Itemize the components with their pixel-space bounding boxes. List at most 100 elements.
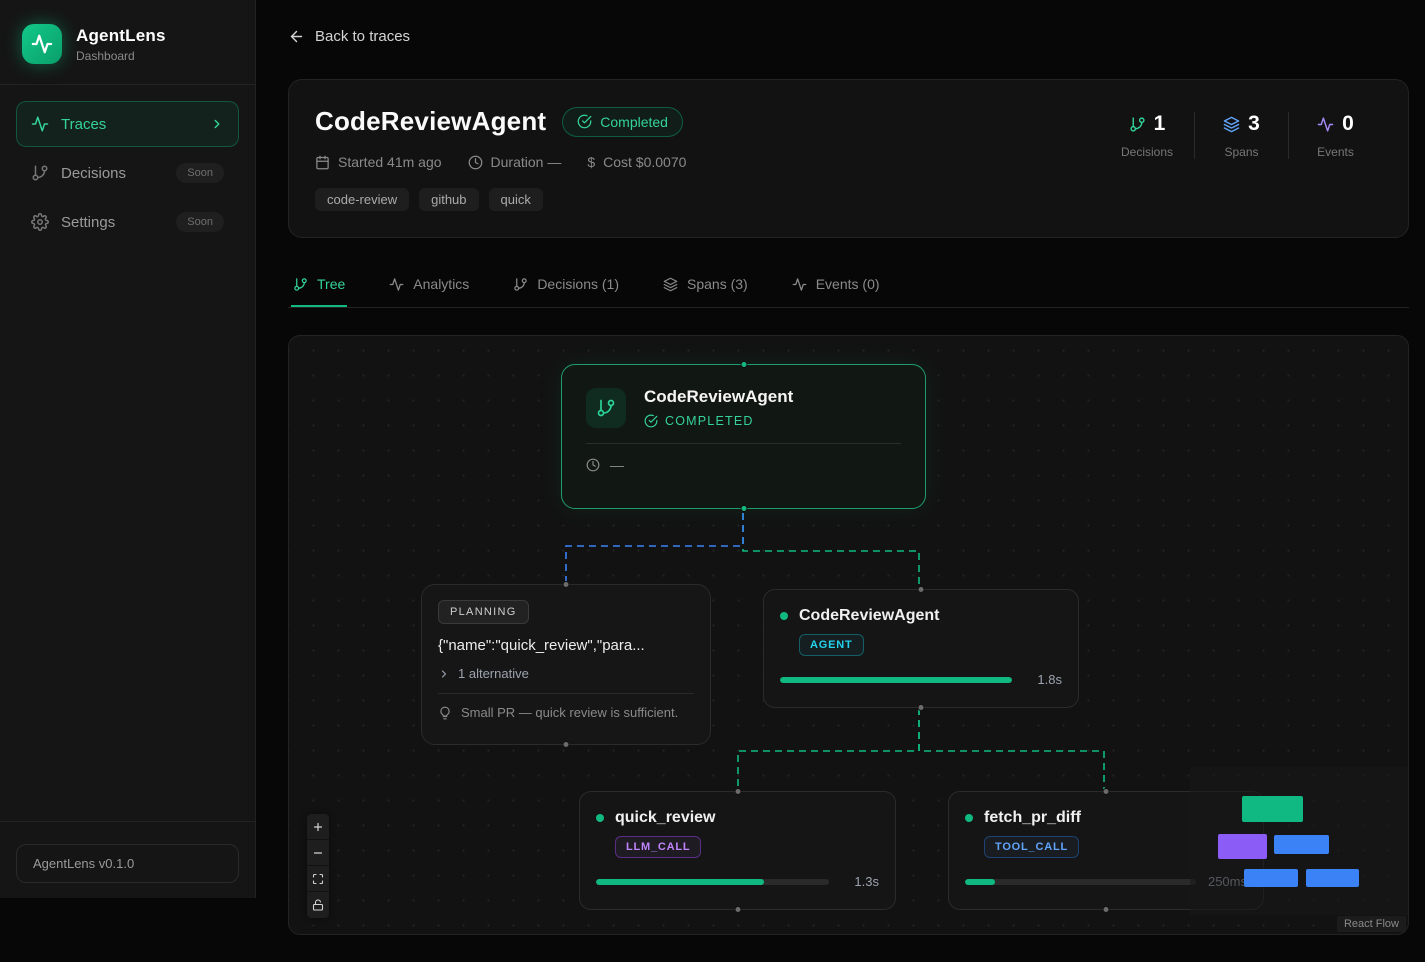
soon-badge: Soon <box>176 212 224 232</box>
node-handle <box>740 505 747 512</box>
tab-analytics[interactable]: Analytics <box>387 265 471 307</box>
activity-icon <box>31 115 49 133</box>
sidebar-item-settings[interactable]: Settings Soon <box>16 199 239 245</box>
fit-view-icon <box>312 873 324 885</box>
back-to-traces-link[interactable]: Back to traces <box>288 28 410 45</box>
node-handle <box>918 586 925 593</box>
trace-title: CodeReviewAgent <box>315 106 546 137</box>
version-box: AgentLens v0.1.0 <box>16 844 239 883</box>
span-name: fetch_pr_diff <box>984 809 1081 827</box>
app-logo <box>22 24 62 64</box>
calendar-icon <box>315 155 330 170</box>
tab-spans[interactable]: Spans (3) <box>661 265 750 307</box>
stat-label: Events <box>1297 145 1374 159</box>
clock-icon <box>586 458 600 472</box>
plus-icon <box>312 821 324 833</box>
git-branch-icon <box>293 277 308 292</box>
tab-label: Events (0) <box>816 276 880 292</box>
stat-spans: 3 Spans <box>1194 112 1288 159</box>
node-decision-planning[interactable]: PLANNING {"name":"quick_review","para...… <box>421 584 711 745</box>
stat-value: 3 <box>1248 112 1260 136</box>
check-circle-icon <box>644 414 658 428</box>
chevron-right-icon <box>438 668 450 680</box>
tab-bar: Tree Analytics Decisions (1) Spans (3) E… <box>288 265 1409 308</box>
status-dot <box>596 814 604 822</box>
duration-label: Duration — <box>491 154 562 170</box>
status-dot <box>780 612 788 620</box>
zoom-in-button[interactable] <box>307 814 329 840</box>
duration-bar <box>965 879 1196 885</box>
tab-label: Analytics <box>413 276 469 292</box>
status-dot <box>965 814 973 822</box>
minimap-node-agent <box>1274 835 1329 854</box>
clock-icon <box>468 155 483 170</box>
git-branch-icon <box>31 164 49 182</box>
lightbulb-icon <box>438 706 452 720</box>
tag: github <box>419 188 478 211</box>
duration-bar <box>596 879 829 885</box>
gear-icon <box>31 213 49 231</box>
flow-minimap[interactable] <box>1190 767 1408 915</box>
soon-badge: Soon <box>176 163 224 183</box>
zoom-out-button[interactable] <box>307 840 329 866</box>
stat-value: 1 <box>1154 112 1166 136</box>
cost-meta: $ Cost $0.0070 <box>587 154 686 170</box>
stat-events: 0 Events <box>1288 112 1382 159</box>
sidebar-item-decisions[interactable]: Decisions Soon <box>16 150 239 196</box>
started-label: Started 41m ago <box>338 154 442 170</box>
git-branch-icon <box>513 277 528 292</box>
alternatives-toggle[interactable]: 1 alternative <box>438 666 694 681</box>
node-span-quick-review[interactable]: quick_review LLM_CALL 1.3s <box>579 791 896 910</box>
node-handle <box>1103 906 1110 913</box>
node-handle <box>734 788 741 795</box>
app-subtitle: Dashboard <box>76 49 166 63</box>
minimap-node-decision <box>1218 834 1267 859</box>
span-type-badge: TOOL_CALL <box>984 836 1079 858</box>
node-root-agent[interactable]: CodeReviewAgent COMPLETED — <box>561 364 926 509</box>
span-duration: 1.3s <box>841 874 879 889</box>
node-handle <box>563 741 570 748</box>
span-type-badge: LLM_CALL <box>615 836 701 858</box>
duration-bar <box>780 677 1012 683</box>
trace-stats: 1 Decisions 3 Spans 0 <box>1100 112 1382 211</box>
trace-header-card: CodeReviewAgent Completed Started 41m ag… <box>288 79 1409 238</box>
back-label: Back to traces <box>315 28 410 45</box>
node-handle <box>918 704 925 711</box>
git-branch-icon <box>586 388 626 428</box>
decision-action: {"name":"quick_review","para... <box>438 637 694 654</box>
react-flow-attribution[interactable]: React Flow <box>1337 916 1406 932</box>
main-content: Back to traces CodeReviewAgent Completed <box>256 0 1425 935</box>
duration-meta: Duration — <box>468 154 562 170</box>
span-duration: 1.8s <box>1024 672 1062 687</box>
node-duration: — <box>610 457 624 473</box>
activity-icon <box>389 277 404 292</box>
tab-label: Decisions (1) <box>537 276 619 292</box>
lock-toggle-button[interactable] <box>307 892 329 918</box>
trace-header-left: CodeReviewAgent Completed Started 41m ag… <box>315 106 686 211</box>
tag: quick <box>489 188 543 211</box>
trace-tree-canvas[interactable]: CodeReviewAgent COMPLETED — <box>288 335 1409 935</box>
layers-icon <box>663 277 678 292</box>
dollar-icon: $ <box>587 154 595 170</box>
activity-icon <box>792 277 807 292</box>
tab-decisions[interactable]: Decisions (1) <box>511 265 621 307</box>
sidebar-item-traces[interactable]: Traces <box>16 101 239 147</box>
status-label: Completed <box>600 114 668 130</box>
decision-reasoning: Small PR — quick review is sufficient. <box>461 705 678 720</box>
layers-icon <box>1223 116 1240 133</box>
brand: AgentLens Dashboard <box>0 0 255 85</box>
chevron-right-icon <box>210 117 224 131</box>
tab-events[interactable]: Events (0) <box>790 265 882 307</box>
node-span-agent[interactable]: CodeReviewAgent AGENT 1.8s <box>763 589 1079 708</box>
alternatives-label: 1 alternative <box>458 666 529 681</box>
tab-tree[interactable]: Tree <box>291 265 347 307</box>
flow-controls <box>307 814 329 918</box>
node-handle <box>563 581 570 588</box>
tab-label: Spans (3) <box>687 276 748 292</box>
node-handle <box>740 361 747 368</box>
cost-label: Cost $0.0070 <box>603 154 686 170</box>
git-branch-icon <box>1129 116 1146 133</box>
fit-view-button[interactable] <box>307 866 329 892</box>
stat-value: 0 <box>1342 112 1354 136</box>
minus-icon <box>312 847 324 859</box>
